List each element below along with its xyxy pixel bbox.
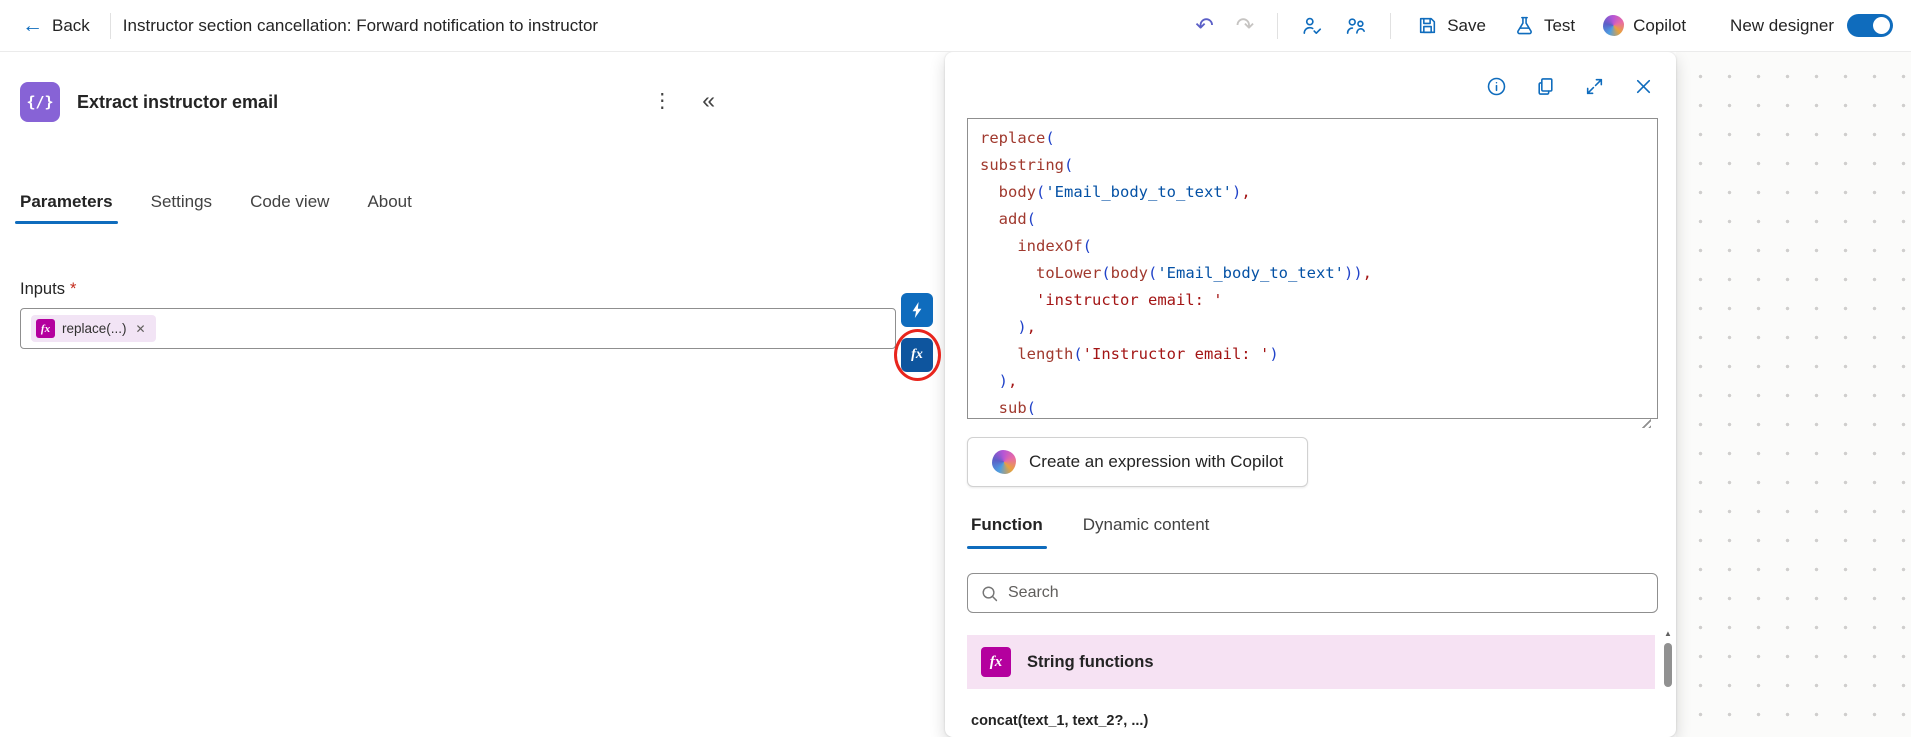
collapse-icon: « (702, 87, 715, 113)
scrollbar-thumb[interactable] (1664, 643, 1672, 687)
code-line: body('Email_body_to_text'), (998, 183, 1251, 201)
code-line: indexOf( (1017, 237, 1092, 255)
search-input[interactable] (1008, 584, 1645, 602)
copy-icon (1538, 78, 1553, 95)
action-editor-panel: {/} Extract instructor email ⋮ « Paramet… (0, 52, 945, 737)
redo-button[interactable]: ↷ (1225, 10, 1265, 42)
function-list-item[interactable]: concat(text_1, text_2?, ...)Combines any… (971, 713, 1662, 737)
info-icon (1487, 77, 1506, 96)
copilot-icon (1603, 15, 1625, 36)
topbar-actions: ↶ ↷ Save Test Copilot New designer (1184, 9, 1897, 42)
undo-icon: ↶ (1195, 12, 1214, 38)
redo-icon: ↷ (1235, 12, 1255, 38)
tab-function[interactable]: Function (967, 507, 1047, 549)
inputs-label: Inputs * (20, 280, 77, 298)
flow-checker-button[interactable] (1290, 10, 1334, 42)
fx-icon: fx (911, 347, 923, 362)
back-label: Back (52, 15, 90, 35)
more-options-icon: ⋮ (652, 90, 673, 112)
close-icon (1636, 79, 1651, 94)
tab-dynamic-content[interactable]: Dynamic content (1083, 507, 1210, 549)
tab-about[interactable]: About (367, 182, 411, 224)
code-line: substring( (980, 156, 1074, 174)
fx-token-icon: fx (36, 319, 55, 338)
flow-canvas[interactable] (1676, 52, 1911, 737)
inputs-field[interactable]: fx replace(...) ✕ (20, 308, 896, 349)
code-line: 'instructor email: ' (1036, 291, 1223, 309)
action-header-actions: ⋮ « (652, 88, 715, 113)
toggle-knob (1873, 17, 1890, 34)
process-insights-button[interactable] (1334, 10, 1378, 42)
copilot-button[interactable]: Copilot (1589, 9, 1700, 42)
function-group-label: String functions (1027, 652, 1154, 671)
action-title: Extract instructor email (77, 91, 279, 112)
back-button[interactable]: ← Back (14, 9, 98, 42)
fx-group-icon: fx (981, 647, 1011, 677)
function-group-header[interactable]: fx String functions (967, 635, 1655, 689)
code-line: ), (1017, 318, 1037, 336)
process-insights-icon (1347, 17, 1366, 34)
code-line: add( (998, 210, 1037, 228)
topbar-divider (1390, 12, 1392, 39)
expression-tabs: Function Dynamic content (967, 507, 1210, 549)
dynamic-content-button[interactable] (901, 293, 933, 327)
action-tabs: Parameters Settings Code view About (15, 182, 412, 224)
topbar-divider (109, 12, 111, 39)
expression-editor-panel: replace( substring( body('Email_body_to_t… (945, 52, 1676, 737)
code-line: length('Instructor email: ') (1017, 345, 1279, 363)
tab-code-view[interactable]: Code view (250, 182, 329, 224)
code-line: sub( (998, 399, 1037, 417)
info-button[interactable] (1484, 74, 1509, 99)
collapse-panel-button[interactable]: « (702, 89, 715, 112)
new-designer-label: New designer (1730, 15, 1834, 35)
expression-token[interactable]: fx replace(...) ✕ (31, 315, 156, 342)
new-designer-toggle[interactable] (1847, 14, 1893, 37)
function-list: fx String functions concat(text_1, text_… (945, 628, 1662, 737)
back-arrow-icon: ← (22, 14, 43, 37)
create-expression-copilot-button[interactable]: Create an expression with Copilot (967, 437, 1309, 487)
function-search[interactable] (967, 573, 1658, 613)
expression-token-label: replace(...) (62, 321, 127, 336)
required-asterisk: * (69, 280, 77, 298)
search-icon (982, 586, 998, 601)
lightning-icon (912, 302, 922, 318)
function-signature: concat(text_1, text_2?, ...) (971, 713, 1149, 729)
scroll-up-icon: ▲ (1664, 629, 1672, 638)
code-line: toLower(body('Email_body_to_text')), (1036, 264, 1372, 282)
function-list-scrollbar[interactable]: ▲ (1663, 630, 1673, 731)
save-button[interactable]: Save (1403, 9, 1500, 42)
action-header: {/} Extract instructor email (20, 82, 278, 122)
remove-token-button[interactable]: ✕ (134, 322, 148, 336)
expression-code-editor[interactable]: replace( substring( body('Email_body_to_t… (967, 118, 1658, 419)
test-button[interactable]: Test (1500, 9, 1589, 42)
copilot-icon (992, 450, 1016, 474)
expression-button[interactable]: fx (901, 338, 933, 372)
expand-button[interactable] (1582, 74, 1607, 99)
more-options-button[interactable]: ⋮ (652, 88, 672, 113)
copy-button[interactable] (1533, 74, 1558, 99)
expand-icon (1586, 78, 1603, 95)
close-button[interactable] (1631, 74, 1656, 99)
flow-title: Instructor section cancellation: Forward… (122, 15, 599, 35)
save-label: Save (1447, 15, 1486, 35)
function-items: concat(text_1, text_2?, ...)Combines any… (945, 713, 1662, 737)
topbar-divider (1277, 12, 1279, 39)
copilot-label: Copilot (1633, 15, 1687, 35)
test-icon (1517, 16, 1532, 35)
topbar: ← Back Instructor section cancellation: … (0, 0, 1911, 52)
save-icon (1420, 17, 1436, 34)
tab-parameters[interactable]: Parameters (15, 182, 118, 224)
copilot-button-label: Create an expression with Copilot (1029, 452, 1284, 471)
tab-settings[interactable]: Settings (151, 182, 212, 224)
expression-toolbar (1484, 74, 1656, 99)
undo-button[interactable]: ↶ (1184, 10, 1224, 42)
flow-checker-icon (1303, 17, 1322, 34)
compose-action-icon: {/} (20, 82, 60, 122)
code-line: replace( (980, 129, 1055, 147)
test-label: Test (1543, 15, 1576, 35)
code-line: ), (998, 372, 1018, 390)
